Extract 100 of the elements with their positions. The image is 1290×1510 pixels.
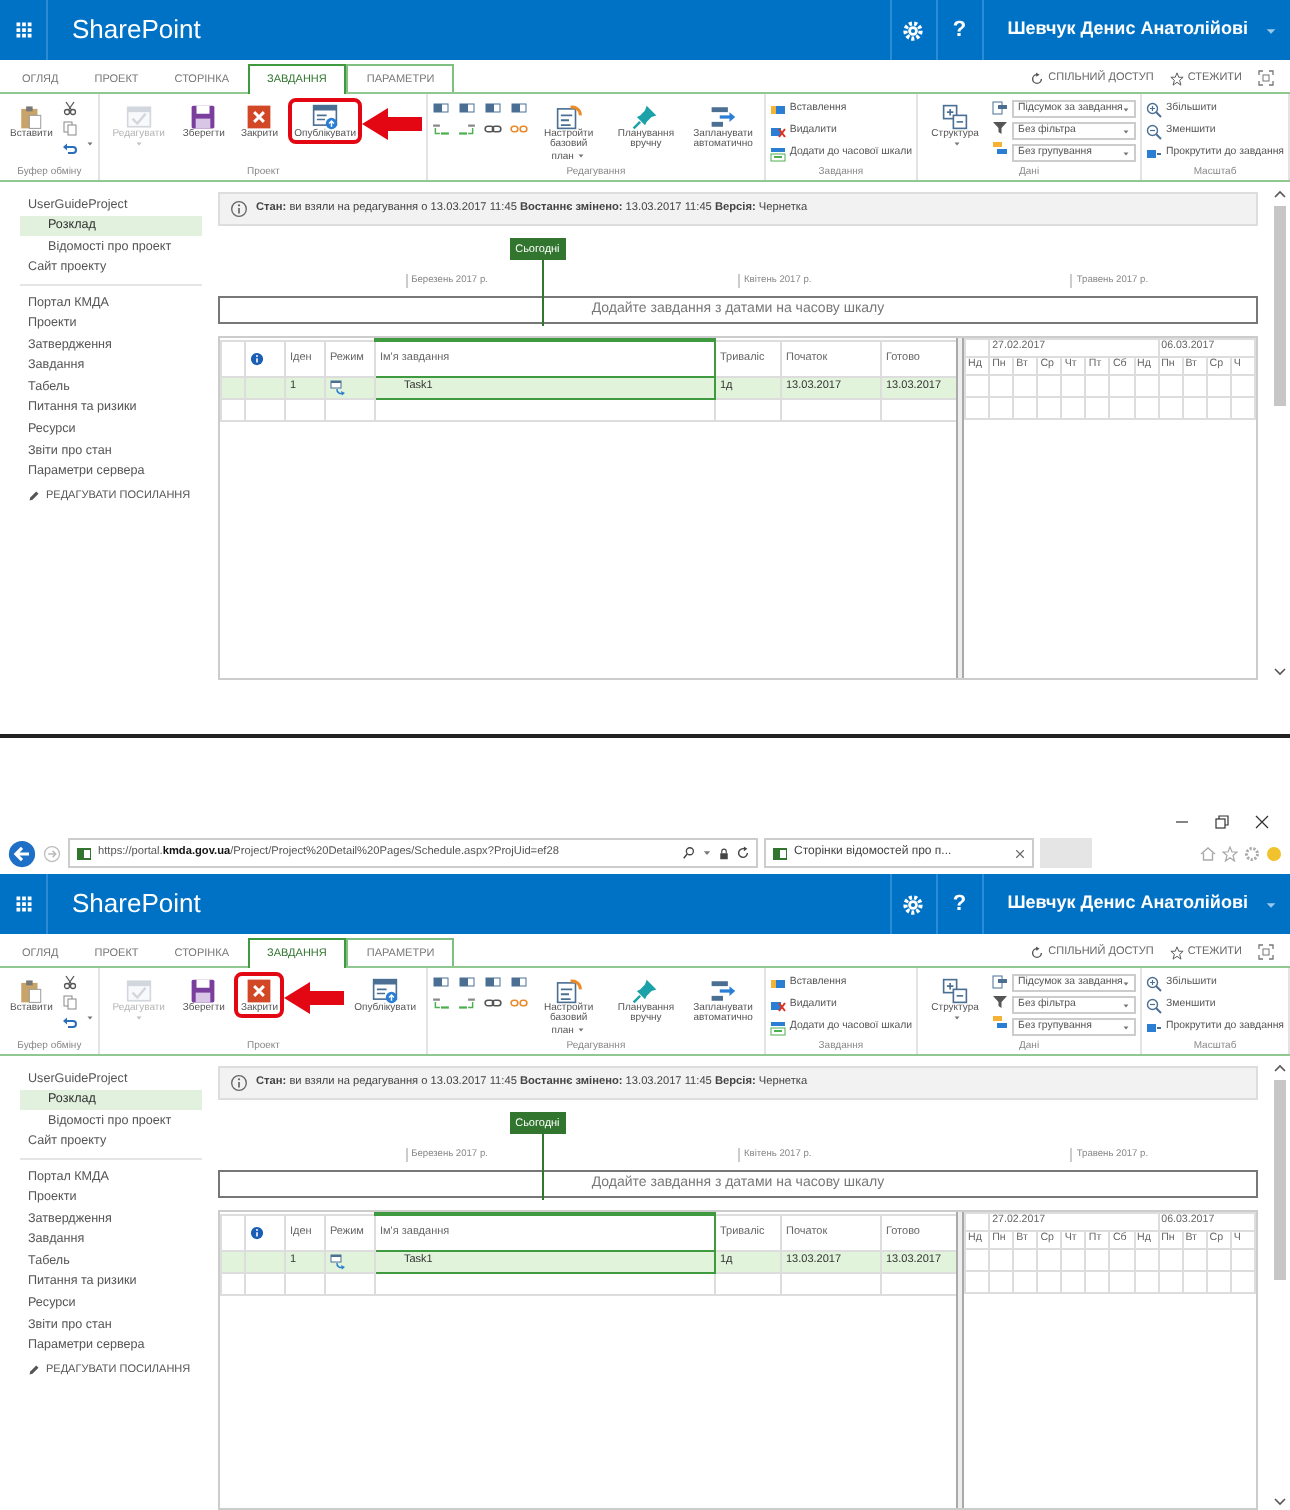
timeline-icon: [769, 1019, 786, 1035]
share-icon: [1030, 945, 1045, 959]
pin-icon: [632, 104, 659, 130]
scroll-to-task-icon: [1146, 145, 1163, 161]
task-mode-icon: [330, 1253, 346, 1269]
zoom-in-icon: [1146, 975, 1163, 991]
unlink-icon[interactable]: [510, 994, 529, 1012]
caret-icon: [1122, 127, 1131, 135]
baseline-icon: [555, 978, 582, 1004]
scroll-up-icon[interactable]: [1272, 1060, 1288, 1076]
scroll-down-icon[interactable]: [1272, 1494, 1288, 1510]
pencil-icon: [28, 1364, 40, 1377]
info-icon: [250, 1225, 264, 1239]
restore-icon[interactable]: [1214, 813, 1230, 829]
scroll-down-icon[interactable]: [1272, 664, 1288, 680]
help-button[interactable]: ?: [935, 0, 982, 60]
star-icon[interactable]: [1222, 845, 1238, 861]
task-mode-icon: [330, 379, 346, 395]
info-icon: [230, 200, 248, 218]
close-icon: [246, 978, 273, 1004]
undo-icon[interactable]: [62, 1014, 79, 1030]
app-title[interactable]: SharePoint: [48, 874, 225, 934]
baseline-icon: [555, 104, 582, 130]
caret-icon: [134, 140, 145, 149]
pin-icon: [632, 978, 659, 1004]
publish-icon: [312, 104, 339, 130]
caret-icon: [1122, 149, 1131, 157]
star-icon: [1169, 945, 1184, 959]
info-icon: [250, 351, 264, 365]
search-icon[interactable]: [682, 846, 696, 860]
arrow-annotation: [284, 982, 345, 1014]
close-icon: [246, 104, 273, 130]
help-button[interactable]: ?: [935, 874, 982, 934]
caret-icon: [1122, 105, 1131, 113]
link-icon[interactable]: [484, 120, 503, 138]
app-title[interactable]: SharePoint: [48, 0, 225, 60]
focus-icon[interactable]: [1258, 944, 1274, 960]
project-logo-icon: [76, 845, 92, 861]
caret-icon: [1122, 1001, 1131, 1009]
outline-icon: [942, 104, 969, 130]
save-icon: [190, 978, 217, 1004]
calendar-check-icon: [125, 104, 152, 130]
app-launcher-icon[interactable]: [13, 894, 33, 914]
delete-row-icon: [769, 997, 786, 1013]
clipboard-icon: [18, 104, 45, 130]
group-icon[interactable]: [992, 140, 1009, 156]
close-icon[interactable]: [1014, 847, 1026, 859]
project-logo-icon: [772, 845, 788, 861]
timeline-icon: [769, 145, 786, 161]
app-launcher-icon[interactable]: [13, 20, 33, 40]
today-line: [541, 1132, 545, 1200]
auto-schedule-icon: [710, 978, 737, 1004]
delete-row-icon: [769, 123, 786, 139]
star-icon: [1169, 71, 1184, 85]
indent-icon[interactable]: [432, 994, 451, 1012]
summary-icon[interactable]: [992, 974, 1009, 990]
info-icon: [230, 1074, 248, 1092]
share-icon: [1030, 71, 1045, 85]
auto-schedule-icon: [710, 104, 737, 130]
zoom-out-icon: [1146, 123, 1163, 139]
user-name[interactable]: Шевчук Денис Анатолійові: [1007, 890, 1248, 918]
scroll-up-icon[interactable]: [1272, 186, 1288, 202]
caret-icon: [1122, 979, 1131, 987]
focus-icon[interactable]: [1258, 70, 1274, 86]
today-line: [541, 258, 545, 326]
indent-icon[interactable]: [432, 120, 451, 138]
scissors-icon[interactable]: [62, 974, 79, 990]
back-icon[interactable]: [8, 839, 36, 867]
undo-icon[interactable]: [62, 140, 79, 156]
caret-icon[interactable]: [1264, 23, 1278, 37]
save-icon: [190, 104, 217, 130]
lock-icon: [718, 847, 730, 859]
caret-icon[interactable]: [702, 848, 712, 858]
insert-row-icon: [769, 975, 786, 991]
outdent-icon[interactable]: [458, 994, 477, 1012]
link-icon[interactable]: [484, 994, 503, 1012]
zoom-in-icon: [1146, 101, 1163, 117]
scissors-icon[interactable]: [62, 100, 79, 116]
filter-icon[interactable]: [992, 120, 1009, 136]
refresh-icon[interactable]: [736, 846, 750, 860]
clipboard-icon: [18, 978, 45, 1004]
summary-icon[interactable]: [992, 100, 1009, 116]
caret-icon: [134, 1014, 145, 1023]
zoom-out-icon: [1146, 997, 1163, 1013]
outline-icon: [942, 978, 969, 1004]
caret-icon: [951, 140, 962, 149]
caret-icon: [951, 1014, 962, 1023]
close-icon[interactable]: [1254, 813, 1270, 829]
caret-icon: [1122, 1023, 1131, 1031]
arrow-annotation: [362, 108, 423, 140]
unlink-icon[interactable]: [510, 120, 529, 138]
outdent-icon[interactable]: [458, 120, 477, 138]
publish-icon: [372, 978, 399, 1004]
group-icon[interactable]: [992, 1014, 1009, 1030]
pencil-icon: [28, 490, 40, 503]
calendar-check-icon: [125, 978, 152, 1004]
caret-icon[interactable]: [1264, 897, 1278, 911]
insert-row-icon: [769, 101, 786, 117]
user-name[interactable]: Шевчук Денис Анатолійові: [1007, 16, 1248, 44]
filter-icon[interactable]: [992, 994, 1009, 1010]
